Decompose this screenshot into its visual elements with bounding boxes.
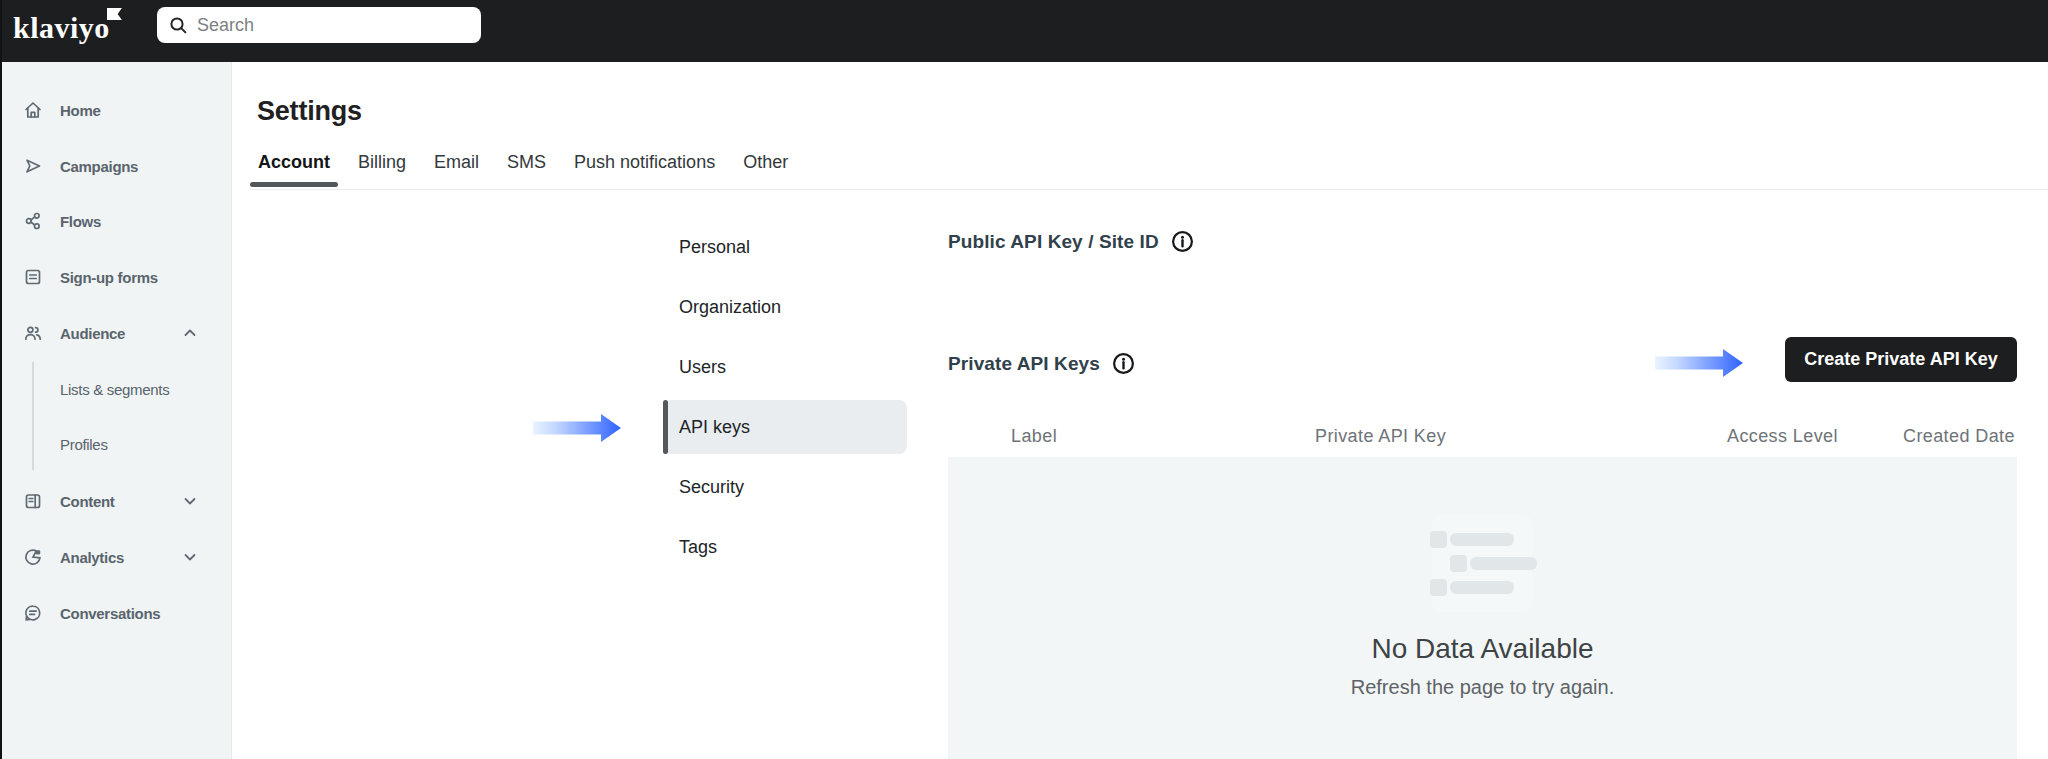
no-data-title: No Data Available bbox=[948, 633, 2017, 665]
tab-other[interactable]: Other bbox=[735, 136, 796, 189]
info-icon[interactable] bbox=[1112, 352, 1135, 375]
settings-tabs: Account Billing Email SMS Push notificat… bbox=[250, 136, 2048, 190]
subnav-indent-line bbox=[32, 362, 34, 470]
sidebar-item-content[interactable]: Content bbox=[0, 487, 231, 515]
create-private-api-key-button[interactable]: Create Private API Key bbox=[1785, 337, 2017, 382]
public-api-key-heading: Public API Key / Site ID bbox=[948, 230, 1194, 253]
skeleton-bar bbox=[1450, 533, 1514, 546]
settings-nav-users[interactable]: Users bbox=[663, 340, 907, 394]
skeleton-square bbox=[1430, 579, 1447, 596]
window-left-edge bbox=[0, 0, 2, 759]
tab-email[interactable]: Email bbox=[426, 136, 487, 189]
settings-nav-organization[interactable]: Organization bbox=[663, 280, 907, 334]
skeleton-square bbox=[1430, 531, 1447, 548]
tab-push-notifications[interactable]: Push notifications bbox=[566, 136, 723, 189]
sidebar-item-audience[interactable]: Audience bbox=[0, 319, 231, 347]
campaigns-icon bbox=[23, 156, 43, 176]
klaviyo-flag-icon bbox=[107, 8, 122, 20]
column-header-created-date: Created Date bbox=[1903, 426, 2015, 447]
sidebar-item-campaigns[interactable]: Campaigns bbox=[0, 152, 231, 180]
sidebar-item-conversations[interactable]: Conversations bbox=[0, 599, 231, 627]
column-header-private-api-key: Private API Key bbox=[1315, 426, 1446, 447]
column-header-access-level: Access Level bbox=[1727, 426, 1838, 447]
chevron-down-icon bbox=[183, 550, 197, 564]
sidebar-item-lists-segments[interactable]: Lists & segments bbox=[0, 375, 231, 403]
settings-nav-security[interactable]: Security bbox=[663, 460, 907, 514]
private-api-keys-heading: Private API Keys bbox=[948, 352, 1135, 375]
search-icon bbox=[169, 16, 188, 35]
home-icon bbox=[23, 100, 43, 120]
conversations-icon bbox=[23, 603, 43, 623]
settings-nav-tags[interactable]: Tags bbox=[663, 520, 907, 574]
settings-nav-personal[interactable]: Personal bbox=[663, 220, 907, 274]
sidebar-item-signup-forms[interactable]: Sign-up forms bbox=[0, 263, 231, 291]
sidebar-item-home[interactable]: Home bbox=[0, 96, 231, 124]
chevron-up-icon bbox=[183, 326, 197, 340]
sidebar-item-profiles[interactable]: Profiles bbox=[0, 430, 231, 458]
column-header-label: Label bbox=[1011, 426, 1057, 447]
klaviyo-logo-text: klaviyo bbox=[13, 11, 110, 44]
signup-forms-icon bbox=[23, 267, 43, 287]
search-input[interactable]: Search bbox=[157, 7, 481, 43]
settings-nav-api-keys[interactable]: API keys bbox=[663, 400, 907, 454]
sidebar: Home Campaigns Flows Sign-up forms Audie… bbox=[0, 62, 232, 759]
content-icon bbox=[23, 491, 43, 511]
annotation-arrow-create-button bbox=[1655, 348, 1743, 378]
sidebar-item-flows[interactable]: Flows bbox=[0, 207, 231, 235]
page-title: Settings bbox=[257, 96, 362, 127]
info-icon[interactable] bbox=[1171, 230, 1194, 253]
audience-icon bbox=[23, 323, 43, 343]
top-bar: klaviyo Search bbox=[0, 0, 2048, 62]
klaviyo-logo[interactable]: klaviyo bbox=[13, 8, 110, 48]
tab-account[interactable]: Account bbox=[250, 136, 338, 189]
flows-icon bbox=[23, 211, 43, 231]
sidebar-item-analytics[interactable]: Analytics bbox=[0, 543, 231, 571]
annotation-arrow-api-keys bbox=[533, 413, 621, 443]
no-data-subtitle: Refresh the page to try again. bbox=[948, 676, 2017, 699]
skeleton-bar bbox=[1450, 581, 1514, 594]
analytics-icon bbox=[23, 547, 43, 567]
skeleton-bar bbox=[1470, 557, 1537, 570]
search-placeholder: Search bbox=[197, 15, 254, 36]
settings-subnav: Personal Organization Users API keys Sec… bbox=[663, 220, 907, 580]
tab-sms[interactable]: SMS bbox=[499, 136, 554, 189]
empty-state-area: No Data Available Refresh the page to tr… bbox=[948, 457, 2017, 759]
tab-billing[interactable]: Billing bbox=[350, 136, 414, 189]
skeleton-square bbox=[1450, 555, 1467, 572]
chevron-down-icon bbox=[183, 494, 197, 508]
